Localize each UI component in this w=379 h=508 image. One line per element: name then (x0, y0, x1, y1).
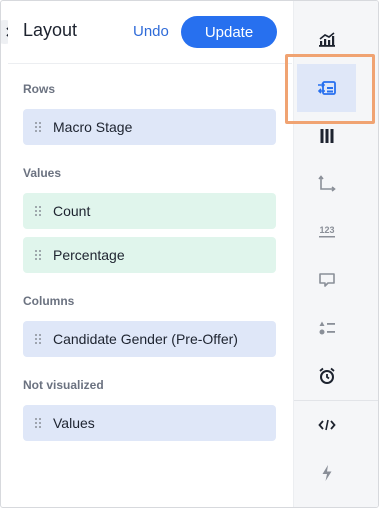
layout-settings-button[interactable] (297, 64, 356, 112)
panel-header: Layout Undo Update (8, 1, 292, 64)
conditional-format-icon (319, 321, 335, 335)
alert-settings-button[interactable] (297, 352, 356, 400)
conditional-format-button[interactable] (297, 304, 356, 352)
columns-field-chip[interactable]: Candidate Gender (Pre-Offer) (23, 321, 276, 357)
values-field-chip[interactable]: Count (23, 193, 276, 229)
layout-panel: Layout Undo Update Rows Macro Stage Valu… (8, 1, 292, 507)
not-visualized-field-chip[interactable]: Values (23, 405, 276, 441)
values-section-label: Values (23, 166, 62, 180)
actions-button[interactable] (297, 449, 356, 497)
values-field-label: Count (53, 203, 91, 219)
layout-panel-window: Layout Undo Update Rows Macro Stage Valu… (0, 0, 379, 508)
layout-swap-icon (317, 81, 336, 95)
chart-type-button[interactable] (297, 16, 356, 64)
code-icon (317, 419, 336, 431)
undo-button[interactable]: Undo (133, 23, 169, 40)
tooltip-icon (318, 273, 335, 287)
update-button[interactable]: Update (181, 16, 277, 48)
axes-icon (317, 175, 336, 192)
custom-code-button[interactable] (297, 401, 356, 449)
columns-settings-button[interactable] (297, 112, 356, 160)
panel-title: Layout (23, 20, 78, 40)
rows-field-chip[interactable]: Macro Stage (23, 109, 276, 145)
values-field-label: Percentage (53, 247, 125, 263)
chart-icon (318, 32, 335, 47)
columns-field-label: Candidate Gender (Pre-Offer) (53, 331, 238, 347)
rows-section-label: Rows (23, 82, 56, 96)
number-format-icon: 123 (318, 225, 335, 238)
rows-field-label: Macro Stage (53, 119, 133, 135)
alert-timer-icon (318, 367, 335, 384)
right-toolbar: 123 (293, 1, 378, 507)
lightning-icon (322, 465, 331, 481)
not-visualized-section-label: Not visualized (23, 378, 104, 392)
drag-handle-icon[interactable] (23, 121, 53, 133)
axes-settings-button[interactable] (297, 160, 356, 208)
columns-icon (320, 129, 333, 143)
tooltip-settings-button[interactable] (297, 256, 356, 304)
drag-handle-icon[interactable] (23, 417, 53, 429)
columns-section-label: Columns (23, 294, 75, 308)
number-format-button[interactable]: 123 (297, 208, 356, 256)
values-field-chip[interactable]: Percentage (23, 237, 276, 273)
drag-handle-icon[interactable] (23, 333, 53, 345)
drag-handle-icon[interactable] (23, 205, 53, 217)
svg-text:123: 123 (319, 225, 334, 235)
drag-handle-icon[interactable] (23, 249, 53, 261)
not-visualized-field-label: Values (53, 415, 95, 431)
